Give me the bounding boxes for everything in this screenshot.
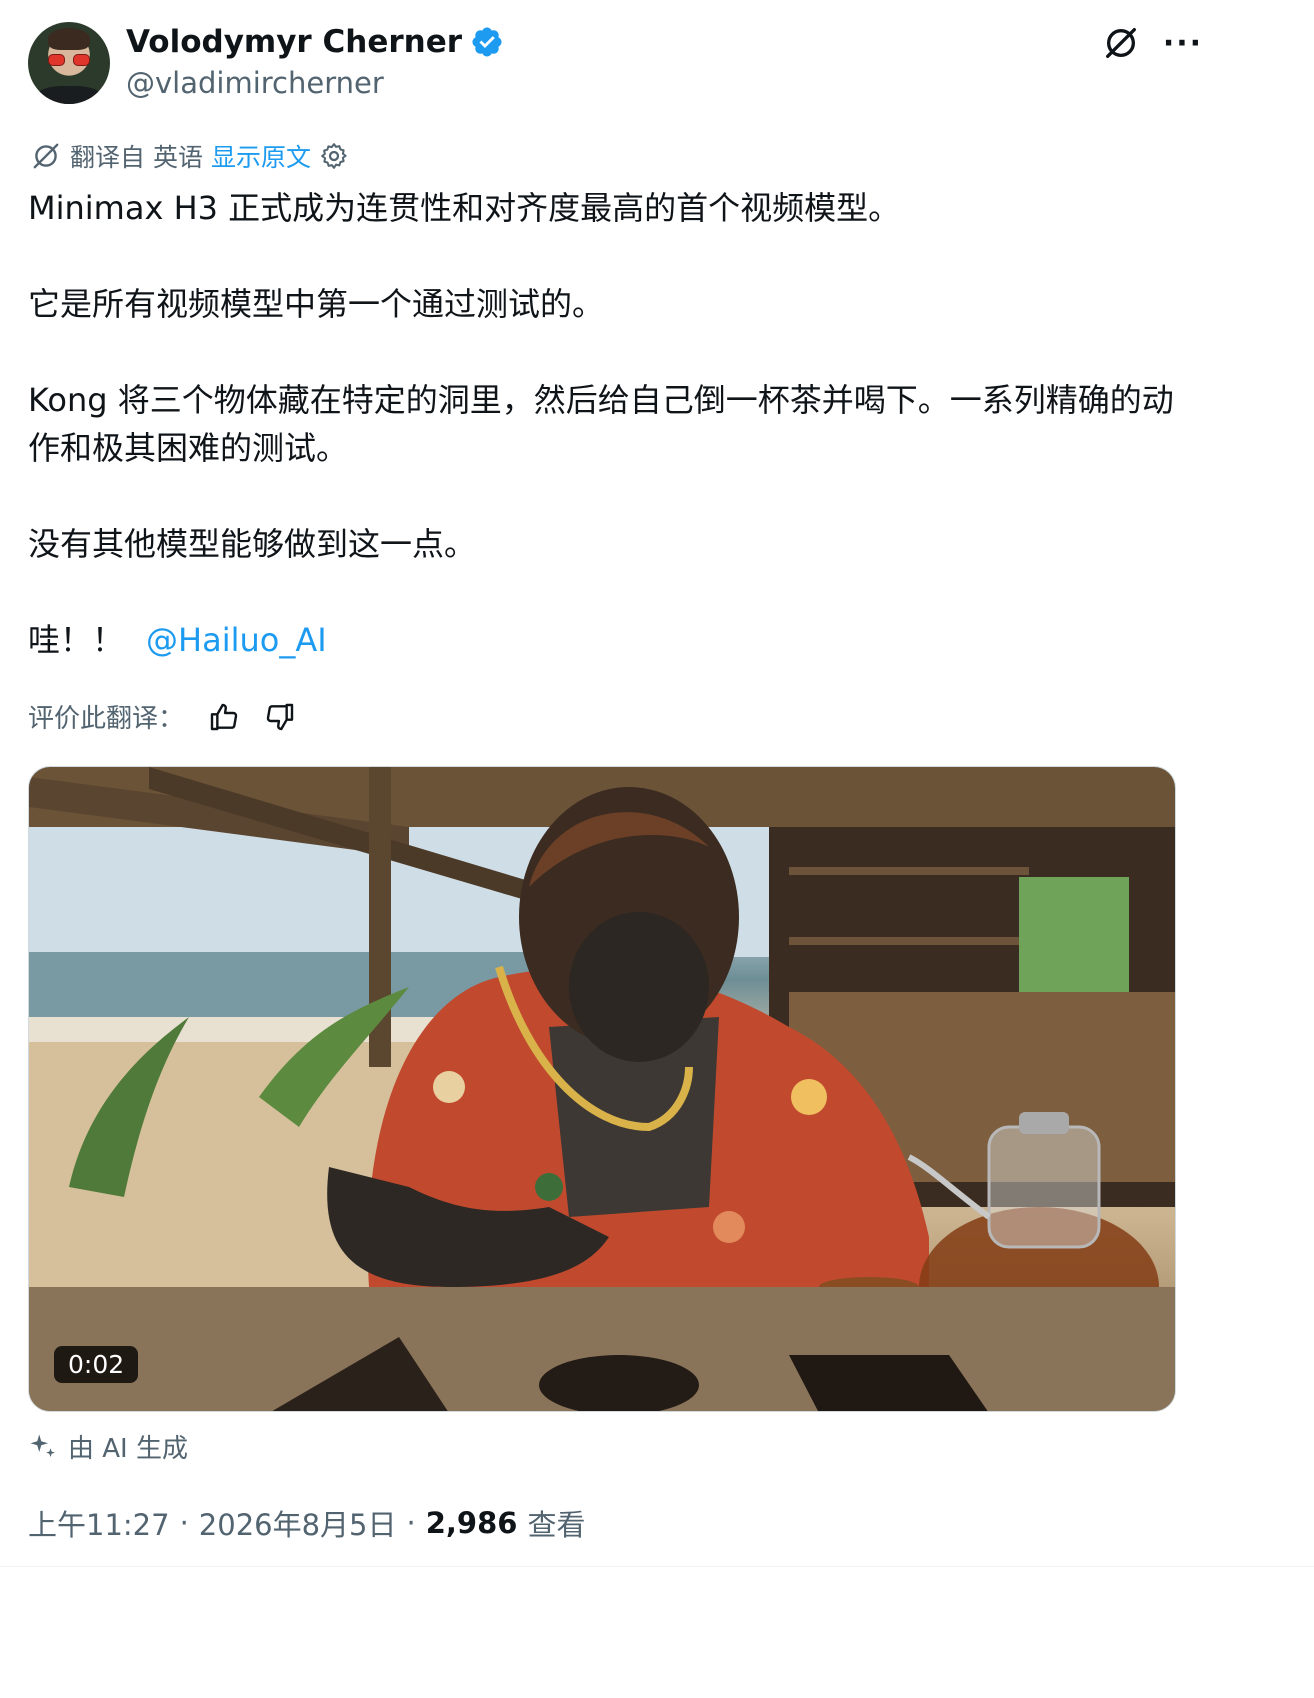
grok-slash-circle-icon <box>1106 28 1136 58</box>
tweet-line: Kong 将三个物体藏在特定的洞里，然后给自己倒一杯茶并喝下。一系列精确的动作和… <box>28 381 1174 467</box>
more-options-icon[interactable]: ··· <box>1162 22 1204 64</box>
tweet-line: Minimax H3 正式成为连贯性和对齐度最高的首个视频模型。 <box>28 189 901 227</box>
video-timer: 0:02 <box>54 1346 139 1383</box>
tweet-date[interactable]: 2026年8月5日 <box>199 1502 397 1544</box>
top-actions: ··· <box>1100 22 1204 64</box>
divider <box>0 1566 1314 1567</box>
tweet-line-last: 哇！！ @Hailuo_AI <box>28 616 1178 664</box>
tweet-line: 没有其他模型能够做到这一点。 <box>28 525 477 563</box>
rate-translation-label: 评价此翻译： <box>28 704 185 734</box>
video-player[interactable] <box>28 766 1176 1412</box>
avatar-glasses <box>48 54 90 66</box>
author-avatar[interactable] <box>28 22 110 104</box>
tweet-text: Minimax H3 正式成为连贯性和对齐度最高的首个视频模型。 它是所有视频模… <box>28 184 1178 664</box>
sparkle-icon <box>30 1434 55 1457</box>
ai-generated-text: 由 AI 生成 <box>68 1434 188 1464</box>
meta-separator: · <box>406 1506 416 1540</box>
translation-bar: 翻译自 英语 显示原文 <box>30 138 349 174</box>
grok-translate-icon <box>33 143 59 169</box>
grok-icon[interactable] <box>1100 22 1142 64</box>
ai-generated-label: 由 AI 生成 <box>28 1428 188 1465</box>
tweet-time[interactable]: 上午11:27 <box>28 1502 170 1544</box>
author-name-row[interactable]: Volodymyr Cherner <box>126 24 504 60</box>
author-handle[interactable]: @vladimircherner <box>126 66 384 100</box>
views-label: 查看 <box>527 1508 586 1542</box>
tweet-exclaim: 哇！！ <box>28 621 125 659</box>
video-thumbnail <box>29 767 1175 1411</box>
translation-source: 翻译自 英语 <box>70 143 203 172</box>
meta-separator: · <box>179 1506 189 1540</box>
author-name[interactable]: Volodymyr Cherner <box>126 24 462 60</box>
verified-badge-icon <box>472 27 502 57</box>
gear-icon[interactable] <box>319 141 349 171</box>
avatar-shirt <box>36 86 102 104</box>
thumbs-up-icon[interactable] <box>208 701 240 733</box>
mention-link[interactable]: @Hailuo_AI <box>146 621 327 659</box>
views-count: 2,986 <box>425 1506 518 1540</box>
tweet-line: 它是所有视频模型中第一个通过测试的。 <box>28 285 605 323</box>
rate-translation: 评价此翻译： <box>28 698 296 735</box>
thumbs-down-icon[interactable] <box>264 701 296 733</box>
show-original-link[interactable]: 显示原文 <box>211 138 311 174</box>
tweet-meta: 上午11:27 · 2026年8月5日 · 2,986 查看 <box>28 1502 585 1544</box>
avatar-hair <box>48 28 90 50</box>
